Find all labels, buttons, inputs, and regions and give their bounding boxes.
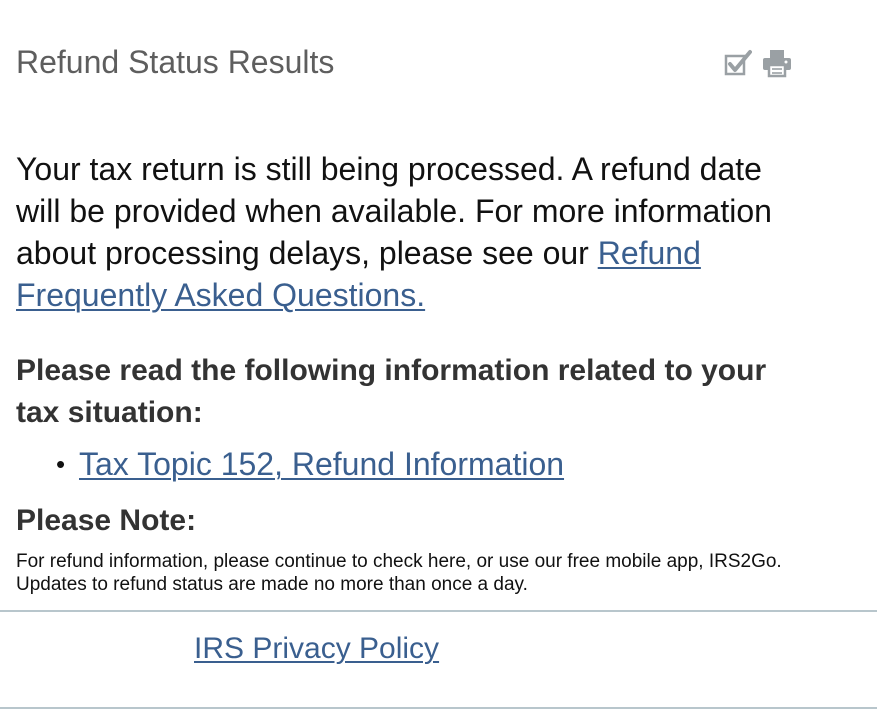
privacy-policy-link[interactable]: IRS Privacy Policy bbox=[194, 630, 439, 668]
please-note-heading: Please Note: bbox=[16, 504, 197, 537]
checkmark-icon[interactable] bbox=[724, 48, 752, 78]
print-icon[interactable] bbox=[762, 48, 791, 78]
tax-topic-list: • Tax Topic 152, Refund Information bbox=[16, 442, 564, 486]
note-text: For refund information, please continue … bbox=[16, 551, 782, 595]
page-title: Refund Status Results bbox=[16, 44, 335, 80]
tax-situation-heading: Please read the following information re… bbox=[16, 354, 767, 429]
title-actions bbox=[724, 48, 791, 78]
bullet-icon: • bbox=[56, 449, 66, 479]
footer-divider-top bbox=[0, 610, 877, 612]
tax-topic-152-link[interactable]: Tax Topic 152, Refund Information bbox=[79, 446, 564, 482]
status-message: Your tax return is still being processed… bbox=[16, 148, 806, 316]
list-item: • Tax Topic 152, Refund Information bbox=[16, 442, 564, 486]
footer-divider-bottom bbox=[0, 707, 877, 709]
